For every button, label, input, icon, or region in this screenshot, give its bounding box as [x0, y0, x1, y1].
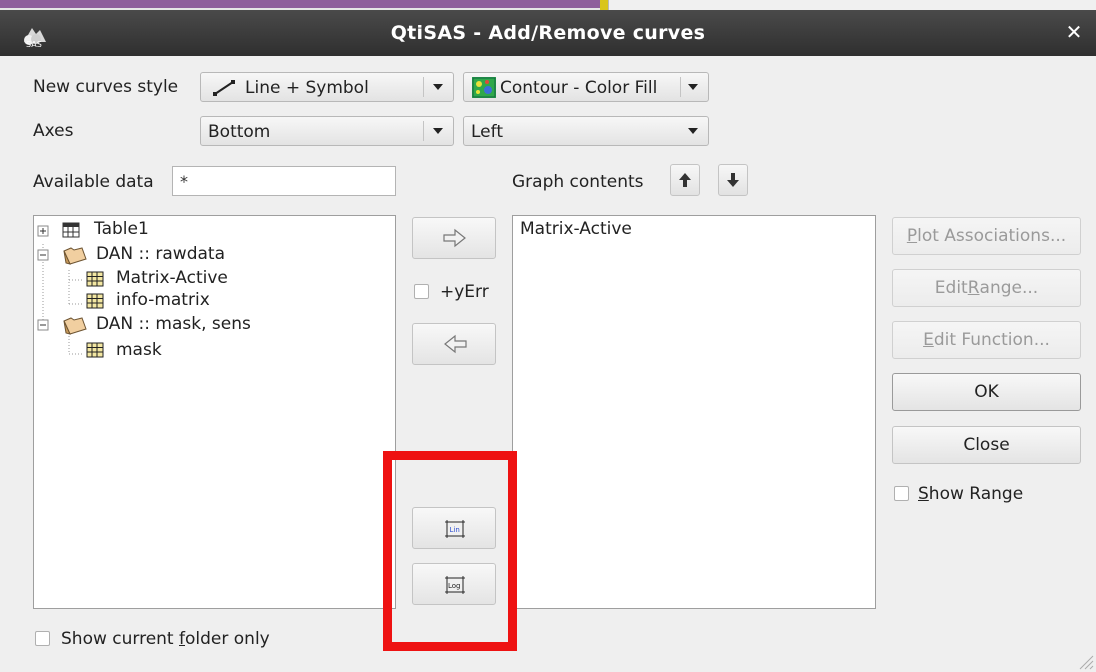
label-text: lot Associations...	[917, 226, 1067, 246]
tree-item-label: DAN :: rawdata	[96, 244, 226, 264]
x-axis-value: Bottom	[208, 122, 271, 142]
arrow-right-icon	[443, 228, 466, 248]
show-range-checkbox[interactable]	[894, 486, 909, 501]
edit-function-button[interactable]: Edit Function...	[892, 321, 1081, 359]
tree-item-label: Table1	[94, 219, 149, 239]
x-axis-separator	[423, 121, 424, 141]
title-bar[interactable]: SAS QtiSAS - Add/Remove curves ✕	[0, 10, 1096, 56]
matrix-style-separator	[680, 77, 681, 97]
label-text: Edit	[934, 278, 968, 298]
show-current-folder-checkbox[interactable]	[35, 631, 50, 646]
add-remove-curves-dialog: SAS QtiSAS - Add/Remove curves ✕ New cur…	[0, 0, 1096, 672]
move-down-button[interactable]	[718, 164, 748, 196]
show-range-label: Show Range	[918, 484, 1023, 504]
label-text: older only	[185, 629, 270, 649]
add-curve-button[interactable]	[412, 217, 496, 259]
graph-contents-label: Graph contents	[512, 172, 644, 192]
background-window-strip-yellow	[600, 0, 608, 10]
x-axis-combo[interactable]: Bottom	[200, 116, 454, 146]
background-window-strip	[0, 0, 1096, 10]
edit-range-button[interactable]: Edit Range...	[892, 269, 1081, 307]
label-text: dit Function...	[933, 330, 1050, 350]
y-axis-value: Left	[471, 122, 503, 142]
window-title: QtiSAS - Add/Remove curves	[390, 22, 706, 44]
move-up-button[interactable]	[670, 164, 700, 196]
matrix-style-value: Contour - Color Fill	[500, 78, 658, 98]
tree-item-label: mask	[116, 340, 162, 360]
matrix-icon	[86, 342, 104, 358]
mnemonic-letter: R	[967, 278, 980, 298]
curve-style-combo[interactable]: Line + Symbol	[200, 72, 454, 102]
tree-item[interactable]: DAN :: mask, sens	[34, 313, 395, 337]
arrow-left-icon	[444, 334, 467, 354]
plot-associations-label: Plot Associations...	[907, 226, 1066, 246]
available-data-tree[interactable]: Table1 DAN :: rawdata Matrix-Active info…	[33, 215, 396, 609]
chevron-down-icon	[688, 128, 698, 134]
close-label: Close	[963, 435, 1010, 455]
arrow-down-icon	[727, 173, 739, 187]
tree-item[interactable]: info-matrix	[34, 290, 395, 314]
y-err-label: +yErr	[440, 282, 489, 302]
edit-function-label: Edit Function...	[923, 330, 1050, 350]
matrix-style-combo[interactable]: Contour - Color Fill	[463, 72, 709, 102]
remove-curve-button[interactable]	[412, 323, 496, 365]
background-window-strip-purple	[0, 0, 600, 8]
label-text: how Range	[928, 484, 1024, 504]
line-symbol-icon	[213, 80, 235, 96]
ok-label: OK	[974, 382, 999, 402]
curve-style-separator	[423, 77, 424, 97]
list-item[interactable]: Matrix-Active	[513, 218, 875, 244]
plot-associations-button[interactable]: Plot Associations...	[892, 217, 1081, 255]
chevron-down-icon	[433, 84, 443, 90]
chevron-down-icon	[433, 128, 443, 134]
axes-label: Axes	[33, 121, 74, 141]
folder-open-icon	[63, 317, 87, 335]
graph-contents-list[interactable]: Matrix-Active	[512, 215, 876, 609]
label-text: ange...	[979, 278, 1039, 298]
curve-style-value: Line + Symbol	[245, 78, 369, 98]
y-err-checkbox[interactable]	[414, 284, 429, 299]
mnemonic-letter: S	[918, 484, 929, 504]
mnemonic-letter: E	[923, 330, 934, 350]
ok-button[interactable]: OK	[892, 373, 1081, 411]
tree-item[interactable]: DAN :: rawdata	[34, 243, 395, 267]
new-curves-style-label: New curves style	[33, 77, 179, 97]
label-text: Show current	[61, 629, 180, 649]
chevron-down-icon	[688, 84, 698, 90]
background-window-strip-gray	[608, 0, 1096, 10]
tree-item[interactable]: mask	[34, 339, 395, 363]
close-icon[interactable]: ✕	[1062, 20, 1086, 44]
list-item-label: Matrix-Active	[520, 219, 632, 239]
close-button[interactable]: Close	[892, 426, 1081, 464]
available-data-filter-value: *	[180, 172, 188, 191]
tree-item-label: Matrix-Active	[116, 268, 228, 288]
available-data-label: Available data	[33, 172, 154, 192]
tree-item[interactable]: Matrix-Active	[34, 268, 395, 292]
resize-grip-icon[interactable]	[1076, 652, 1094, 670]
edit-range-label: Edit Range...	[935, 278, 1038, 298]
mnemonic-letter: P	[906, 226, 918, 246]
tree-item[interactable]: Table1	[34, 218, 395, 242]
tree-item-label: info-matrix	[116, 290, 210, 310]
tree-item-label: DAN :: mask, sens	[96, 314, 251, 334]
arrow-up-icon	[679, 173, 691, 187]
contour-color-fill-icon	[472, 77, 496, 98]
table-icon	[62, 222, 80, 238]
available-data-filter-input[interactable]: *	[172, 166, 396, 196]
matrix-icon	[86, 293, 104, 309]
show-current-folder-label: Show current folder only	[61, 629, 270, 649]
red-highlight-annotation	[383, 451, 517, 651]
y-axis-combo[interactable]: Left	[463, 116, 709, 146]
folder-open-icon	[63, 247, 87, 265]
matrix-icon	[86, 271, 104, 287]
